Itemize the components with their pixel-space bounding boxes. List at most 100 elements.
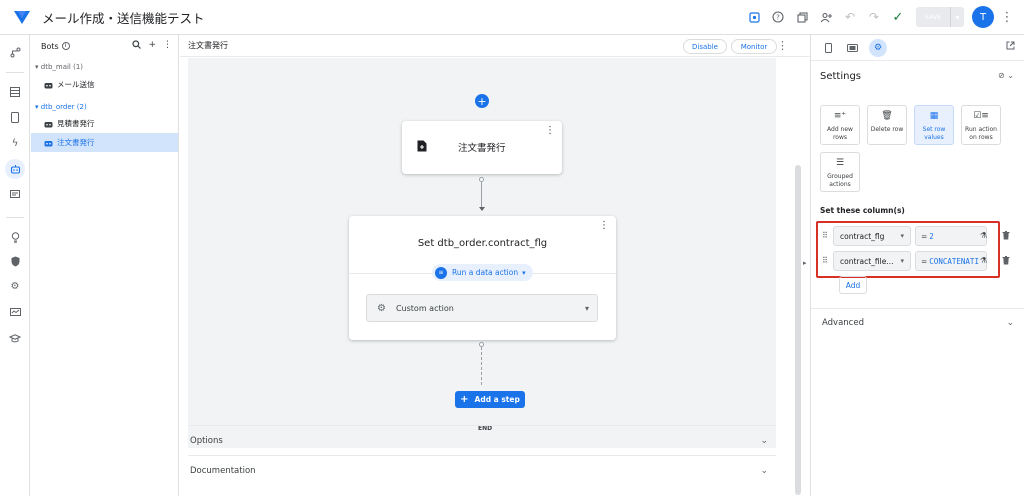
- bot-item-selected[interactable]: 注文書発行: [31, 133, 178, 152]
- copy-icon[interactable]: [790, 6, 814, 28]
- mobile-icon[interactable]: [4, 107, 26, 127]
- open-external-icon[interactable]: [1006, 41, 1015, 53]
- scrollbar[interactable]: [795, 165, 801, 495]
- dropdown-icon: ▾: [522, 268, 526, 277]
- flow-canvas: + 注文書発行 ⋮ ⋮ Set dtb_order.contract_flg ≡…: [188, 58, 776, 448]
- gear-icon[interactable]: ⚙: [4, 276, 26, 296]
- visibility-toggle-icon[interactable]: ⊘ ⌄: [998, 71, 1014, 80]
- bots-title: Bots: [41, 41, 59, 51]
- dropdown-icon: ▾: [584, 303, 589, 313]
- collapse-arrow-icon: ▾: [35, 63, 39, 71]
- delete-icon: 🗑︎: [881, 111, 893, 121]
- check-icon: ✓: [892, 9, 904, 25]
- action-title: Set dtb_order.contract_flg: [417, 238, 548, 249]
- more-vert-icon[interactable]: ⋮: [163, 40, 172, 52]
- help-icon[interactable]: ?: [766, 6, 790, 28]
- appsheet-logo[interactable]: [12, 7, 32, 27]
- table-icon[interactable]: [4, 82, 26, 102]
- table-edit-icon: ▦: [929, 111, 939, 121]
- bot-editor: 注文書発行 Disable Monitor ⋮ + 注文書発行 ⋮ ⋮ Set …: [180, 35, 810, 496]
- search-icon[interactable]: [132, 40, 142, 52]
- chevron-down-icon: ⌄: [760, 435, 768, 446]
- event-card-label: 注文書発行: [458, 143, 506, 154]
- chevron-down-icon[interactable]: ⌄: [1006, 318, 1014, 328]
- app-header: メール作成・送信機能テスト ? ↶ ↷ ✓ SAVE ▾ T ⋮: [0, 0, 1024, 35]
- bot-title: 注文書発行: [188, 41, 228, 50]
- more-vert-icon[interactable]: ⋮: [777, 39, 788, 52]
- grouped-actions-tile[interactable]: ☰ Grouped actions: [820, 152, 860, 192]
- run-data-action-chip[interactable]: ≡ Run a data action ▾: [432, 264, 533, 281]
- action-type-select[interactable]: ⚙ Custom action ▾: [366, 294, 598, 322]
- highlight-box: [816, 221, 1000, 278]
- bolt-icon[interactable]: ϟ: [4, 133, 26, 153]
- save-dropdown-icon[interactable]: ▾: [950, 7, 964, 27]
- more-vert-icon[interactable]: ⋮: [599, 220, 609, 231]
- flow-icon[interactable]: [4, 42, 26, 62]
- data-action-icon: ≡: [435, 266, 447, 279]
- documentation-section[interactable]: Documentation ⌄: [188, 455, 776, 485]
- bot-icon: [44, 120, 53, 128]
- document-icon: [417, 140, 427, 153]
- group-label[interactable]: ▾ dtb_mail (1): [35, 63, 83, 71]
- lightbulb-icon[interactable]: [4, 227, 26, 247]
- settings-tab-icon[interactable]: ⚙: [869, 39, 887, 57]
- connector-line: [481, 347, 482, 385]
- advanced-section[interactable]: Advanced: [822, 318, 864, 328]
- avatar[interactable]: T: [972, 6, 994, 28]
- add-icon[interactable]: +: [148, 40, 156, 52]
- bot-item[interactable]: 見積書発行: [31, 114, 178, 133]
- chat-icon[interactable]: [4, 185, 26, 205]
- delete-icon[interactable]: [1002, 231, 1010, 242]
- svg-text:?: ?: [776, 14, 780, 22]
- run-action-on-rows-tile[interactable]: ☑≡ Run action on rows: [961, 105, 1001, 145]
- shield-icon[interactable]: [4, 251, 26, 271]
- group-label[interactable]: ▾ dtb_order (2): [35, 103, 87, 111]
- share-icon[interactable]: [814, 6, 838, 28]
- more-vert-icon[interactable]: ⋮: [1000, 10, 1014, 25]
- bot-icon: [44, 81, 53, 89]
- gear-icon: ⚙: [377, 302, 386, 314]
- info-icon[interactable]: i: [61, 42, 70, 50]
- disable-button[interactable]: Disable: [683, 39, 727, 54]
- add-step-button[interactable]: + Add a step: [455, 391, 525, 408]
- add-rows-icon: ≡⁺: [833, 111, 847, 121]
- event-card[interactable]: 注文書発行 ⋮: [402, 121, 562, 174]
- options-section[interactable]: Options ⌄: [188, 425, 776, 455]
- school-icon[interactable]: [4, 328, 26, 348]
- monitor-icon[interactable]: [4, 302, 26, 322]
- app-title: メール作成・送信機能テスト: [42, 10, 205, 26]
- rail-divider: [6, 72, 24, 73]
- plus-icon: +: [460, 394, 469, 405]
- delete-icon[interactable]: [1002, 256, 1010, 267]
- bot-item[interactable]: メール送信: [31, 75, 178, 94]
- more-vert-icon[interactable]: ⋮: [545, 125, 555, 136]
- bots-panel: Bots i + ⋮ ▾ dtb_mail (1) メール送信 ▾ dtb_or…: [31, 35, 179, 496]
- delete-row-tile[interactable]: 🗑︎ Delete row: [867, 105, 907, 145]
- action-card[interactable]: ⋮ Set dtb_order.contract_flg ≡ Run a dat…: [349, 216, 616, 340]
- phone-preview-icon[interactable]: [819, 39, 837, 57]
- undo-icon[interactable]: ↶: [838, 6, 862, 28]
- tablet-preview-icon[interactable]: [843, 39, 861, 57]
- add-event-icon[interactable]: +: [475, 94, 489, 108]
- left-rail: ϟ ⚙: [0, 35, 30, 496]
- connector-arrow: [479, 207, 485, 211]
- set-row-values-tile[interactable]: ▦ Set row values: [914, 105, 954, 145]
- add-new-rows-tile[interactable]: ≡⁺ Add new rows: [820, 105, 860, 145]
- connector-line: [481, 182, 482, 208]
- chevron-down-icon: ⌄: [760, 465, 768, 476]
- add-column-button[interactable]: Add: [839, 276, 867, 294]
- rail-divider: [6, 217, 24, 218]
- preview-icon[interactable]: [742, 6, 766, 28]
- redo-icon[interactable]: ↷: [862, 6, 886, 28]
- collapse-panel-icon[interactable]: ▸: [803, 259, 807, 267]
- bot-icon[interactable]: [5, 159, 25, 179]
- settings-title: Settings: [820, 71, 862, 82]
- set-columns-label: Set these column(s): [820, 206, 905, 215]
- bot-icon: [44, 139, 53, 147]
- list-icon: ☰: [835, 158, 845, 168]
- monitor-button[interactable]: Monitor: [731, 39, 777, 54]
- settings-panel: ⚙ Settings ⊘ ⌄ ≡⁺ Add new rows 🗑︎ Delete…: [810, 35, 1024, 496]
- checklist-icon: ☑≡: [973, 111, 989, 121]
- collapse-arrow-icon: ▾: [35, 103, 39, 111]
- save-button[interactable]: SAVE: [916, 7, 950, 27]
